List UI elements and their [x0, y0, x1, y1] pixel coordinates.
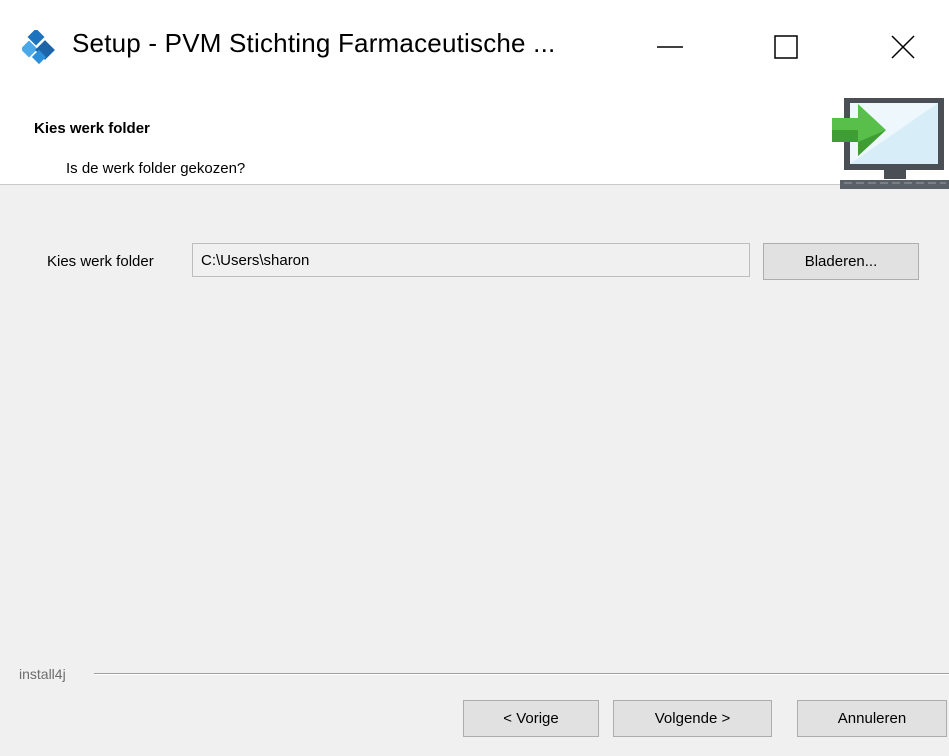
maximize-button[interactable] — [756, 22, 816, 72]
computer-arrow-icon — [832, 98, 949, 189]
close-icon — [891, 35, 915, 59]
page-title: Kies werk folder — [34, 120, 150, 137]
work-folder-label: Kies werk folder — [47, 253, 154, 270]
next-button[interactable]: Volgende > — [613, 700, 772, 737]
cancel-button[interactable]: Annuleren — [797, 700, 947, 737]
browse-button[interactable]: Bladeren... — [763, 243, 919, 280]
minimize-button[interactable] — [640, 22, 700, 72]
app-installer-icon — [22, 30, 55, 65]
work-folder-input[interactable] — [192, 243, 750, 277]
close-button[interactable] — [873, 22, 933, 72]
previous-button[interactable]: < Vorige — [463, 700, 599, 737]
page-header: Kies werk folder Is de werk folder gekoz… — [0, 94, 949, 185]
title-bar[interactable]: Setup - PVM Stichting Farmaceutische ... — [0, 0, 949, 94]
maximize-icon — [774, 35, 798, 59]
footer-divider — [94, 673, 949, 675]
minimize-icon — [657, 46, 683, 48]
page-subtitle: Is de werk folder gekozen? — [66, 160, 246, 177]
install4j-brand: install4j — [19, 666, 66, 682]
window-title: Setup - PVM Stichting Farmaceutische ... — [72, 28, 556, 58]
